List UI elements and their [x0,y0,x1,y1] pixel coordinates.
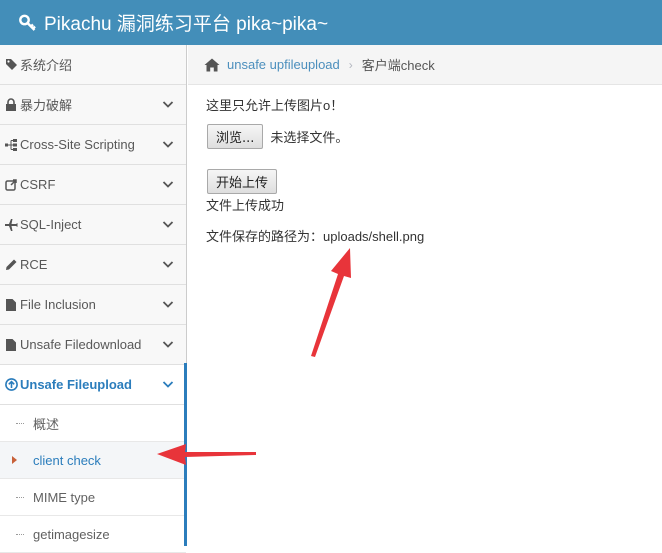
chevron-down-icon [162,141,174,148]
browse-button[interactable]: 浏览... [207,124,264,149]
sidebar: 系统介绍 暴力破解 Cross-Site Scripting CSRF SQL-… [0,45,187,553]
pencil-icon [4,259,18,271]
chevron-down-icon [162,101,174,108]
sidebar-item-label: File Inclusion [20,297,96,312]
sidebar-item-rce[interactable]: RCE [0,245,186,285]
sidebar-item-label: CSRF [20,177,56,192]
external-link-icon [4,178,18,191]
submenu-item-label: MIME type [33,489,96,505]
submenu-fileupload: 概述 client check MIME type getimagesize [0,405,186,553]
breadcrumb-current: 客户端check [361,58,435,73]
sidebar-item-label: RCE [20,257,48,272]
top-navbar: Pikachu 漏洞练习平台 pika~pika~ [0,0,662,45]
submenu-item-label: client check [33,452,101,468]
sidebar-item-csrf[interactable]: CSRF [0,165,186,205]
submenu-item-mime-type[interactable]: MIME type [0,479,186,516]
sidebar-item-file-inclusion[interactable]: File Inclusion [0,285,186,325]
brand[interactable]: Pikachu 漏洞练习平台 pika~pika~ [18,9,328,36]
sitemap-icon [4,138,18,151]
intro-text: 这里只允许上传图片o！ [206,98,344,113]
sidebar-item-xss[interactable]: Cross-Site Scripting [0,125,186,165]
sidebar-item-intro[interactable]: 系统介绍 [0,45,186,85]
chevron-down-icon [162,261,174,268]
file-icon [4,338,18,351]
upload-icon [4,378,18,391]
chevron-down-icon [162,381,174,388]
sidebar-item-label: 暴力破解 [20,98,73,113]
sidebar-item-unsafe-fileupload[interactable]: Unsafe Fileupload [0,365,186,405]
submenu-item-label: 概述 [33,416,60,432]
sidebar-item-label: 系统介绍 [20,58,73,73]
breadcrumb: unsafe upfileupload › 客户端check [188,45,662,85]
lock-icon [4,98,18,111]
app-title: Pikachu 漏洞练习平台 pika~pika~ [44,14,329,35]
chevron-down-icon [162,181,174,188]
submenu-item-getimagesize[interactable]: getimagesize [0,516,186,553]
tag-icon [4,58,18,71]
annotation-arrow-up [311,248,351,357]
chevron-down-icon [162,221,174,228]
submenu-item-overview[interactable]: 概述 [0,405,186,442]
key-icon [19,14,36,31]
file-icon [4,298,18,311]
submenu-item-label: getimagesize [33,526,110,542]
chevron-down-icon [162,341,174,348]
sidebar-item-label: Unsafe Fileupload [20,377,132,392]
breadcrumb-link[interactable]: unsafe upfileupload [227,57,340,72]
plane-icon [4,218,18,231]
sidebar-item-label: Cross-Site Scripting [20,137,135,152]
sidebar-item-label: SQL-Inject [20,217,82,232]
upload-success-text: 文件上传成功 [206,198,285,213]
chevron-down-icon [162,301,174,308]
annotation-arrow-left [157,444,256,465]
no-file-text: 未选择文件。 [270,130,349,145]
home-icon[interactable] [204,57,220,73]
sidebar-item-brute-force[interactable]: 暴力破解 [0,85,186,125]
sidebar-item-sql-inject[interactable]: SQL-Inject [0,205,186,245]
file-input[interactable]: 浏览... 未选择文件。 [207,124,348,149]
upload-button[interactable]: 开始上传 [207,169,278,194]
breadcrumb-separator-icon: › [348,57,353,72]
sidebar-item-unsafe-filedownload[interactable]: Unsafe Filedownload [0,325,186,365]
sidebar-item-label: Unsafe Filedownload [20,337,142,352]
